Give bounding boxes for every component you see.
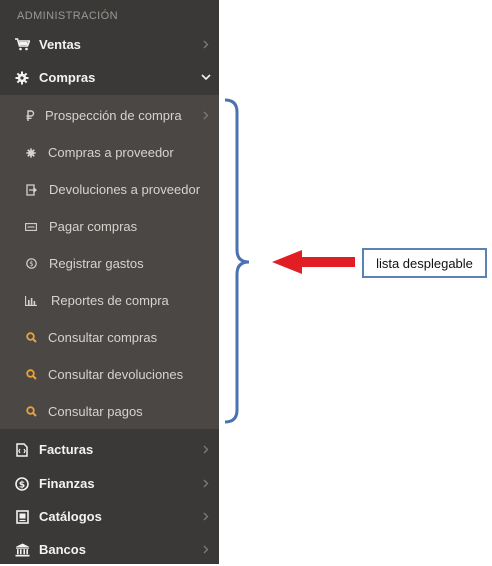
search-icon <box>25 332 37 344</box>
chevron-right-icon <box>201 545 211 555</box>
svg-text:$: $ <box>19 480 25 490</box>
annotation-label: lista desplegable <box>376 255 473 271</box>
svg-text:$: $ <box>29 260 33 268</box>
submenu-item-label: Registrar gastos <box>49 256 144 271</box>
search-icon <box>25 406 37 418</box>
chevron-right-icon <box>201 40 211 50</box>
submenu-item-devoluciones-proveedor[interactable]: Devoluciones a proveedor <box>0 171 219 208</box>
sidebar-item-label: Bancos <box>39 542 86 557</box>
invoice-icon <box>14 442 30 458</box>
compras-submenu: Prospección de compra Compras a proveedo… <box>0 95 219 429</box>
bank-icon <box>14 542 30 558</box>
chevron-down-icon <box>201 73 211 83</box>
submenu-item-label: Compras a proveedor <box>48 145 174 160</box>
submenu-item-compras-proveedor[interactable]: Compras a proveedor <box>0 134 219 171</box>
submenu-item-label: Pagar compras <box>49 219 138 234</box>
sidebar-item-label: Facturas <box>39 442 94 457</box>
sidebar-item-ventas[interactable]: Ventas <box>0 28 219 61</box>
submenu-item-reportes-compra[interactable]: Reportes de compra <box>0 282 219 319</box>
money-bill-icon <box>25 221 37 233</box>
sidebar-item-label: Compras <box>39 70 96 85</box>
search-icon <box>25 369 37 381</box>
return-icon <box>25 183 37 196</box>
submenu-item-label: Consultar pagos <box>48 404 143 419</box>
sidebar-item-compras[interactable]: Compras <box>0 61 219 94</box>
sidebar-item-catalogos[interactable]: Catálogos <box>0 500 219 533</box>
sidebar-item-facturas[interactable]: Facturas <box>0 433 219 466</box>
submenu-item-label: Reportes de compra <box>51 293 169 308</box>
submenu-item-label: Prospección de compra <box>45 108 182 123</box>
section-title: ADMINISTRACIÓN <box>17 10 118 22</box>
submenu-item-pagar-compras[interactable]: Pagar compras <box>0 208 219 245</box>
ruble-icon <box>24 110 36 122</box>
chevron-right-icon <box>201 111 211 121</box>
chevron-right-icon <box>201 512 211 522</box>
dollar-circle-icon: $ <box>25 258 37 270</box>
annotation-overlay <box>224 98 355 424</box>
sidebar-item-bancos[interactable]: Bancos <box>0 533 219 566</box>
chevron-right-icon <box>201 445 211 455</box>
sidebar-item-label: Finanzas <box>39 476 95 491</box>
submenu-item-prospeccion[interactable]: Prospección de compra <box>0 97 219 134</box>
submenu-item-consultar-pagos[interactable]: Consultar pagos <box>0 393 219 430</box>
gear-icon <box>14 70 30 86</box>
submenu-item-consultar-compras[interactable]: Consultar compras <box>0 319 219 356</box>
sidebar-item-finanzas[interactable]: $ Finanzas <box>0 467 219 500</box>
sidebar-item-label: Ventas <box>39 37 81 52</box>
dollar-circle-icon: $ <box>14 476 30 492</box>
bar-chart-icon <box>25 295 37 307</box>
red-arrow-icon <box>272 250 355 274</box>
chevron-right-icon <box>201 479 211 489</box>
catalog-book-icon <box>14 509 30 525</box>
submenu-item-consultar-devoluciones[interactable]: Consultar devoluciones <box>0 356 219 393</box>
submenu-item-label: Devoluciones a proveedor <box>49 182 201 197</box>
submenu-item-registrar-gastos[interactable]: $ Registrar gastos <box>0 245 219 282</box>
sidebar: ADMINISTRACIÓN Ventas Compras Prospecció… <box>0 0 219 564</box>
submenu-item-label: Consultar devoluciones <box>48 367 184 382</box>
cart-icon <box>14 37 30 53</box>
gear-icon <box>25 147 37 159</box>
submenu-item-label: Consultar compras <box>48 330 158 345</box>
curly-bracket <box>224 98 250 424</box>
annotation-label-box: lista desplegable <box>362 248 487 278</box>
sidebar-item-label: Catálogos <box>39 509 102 524</box>
